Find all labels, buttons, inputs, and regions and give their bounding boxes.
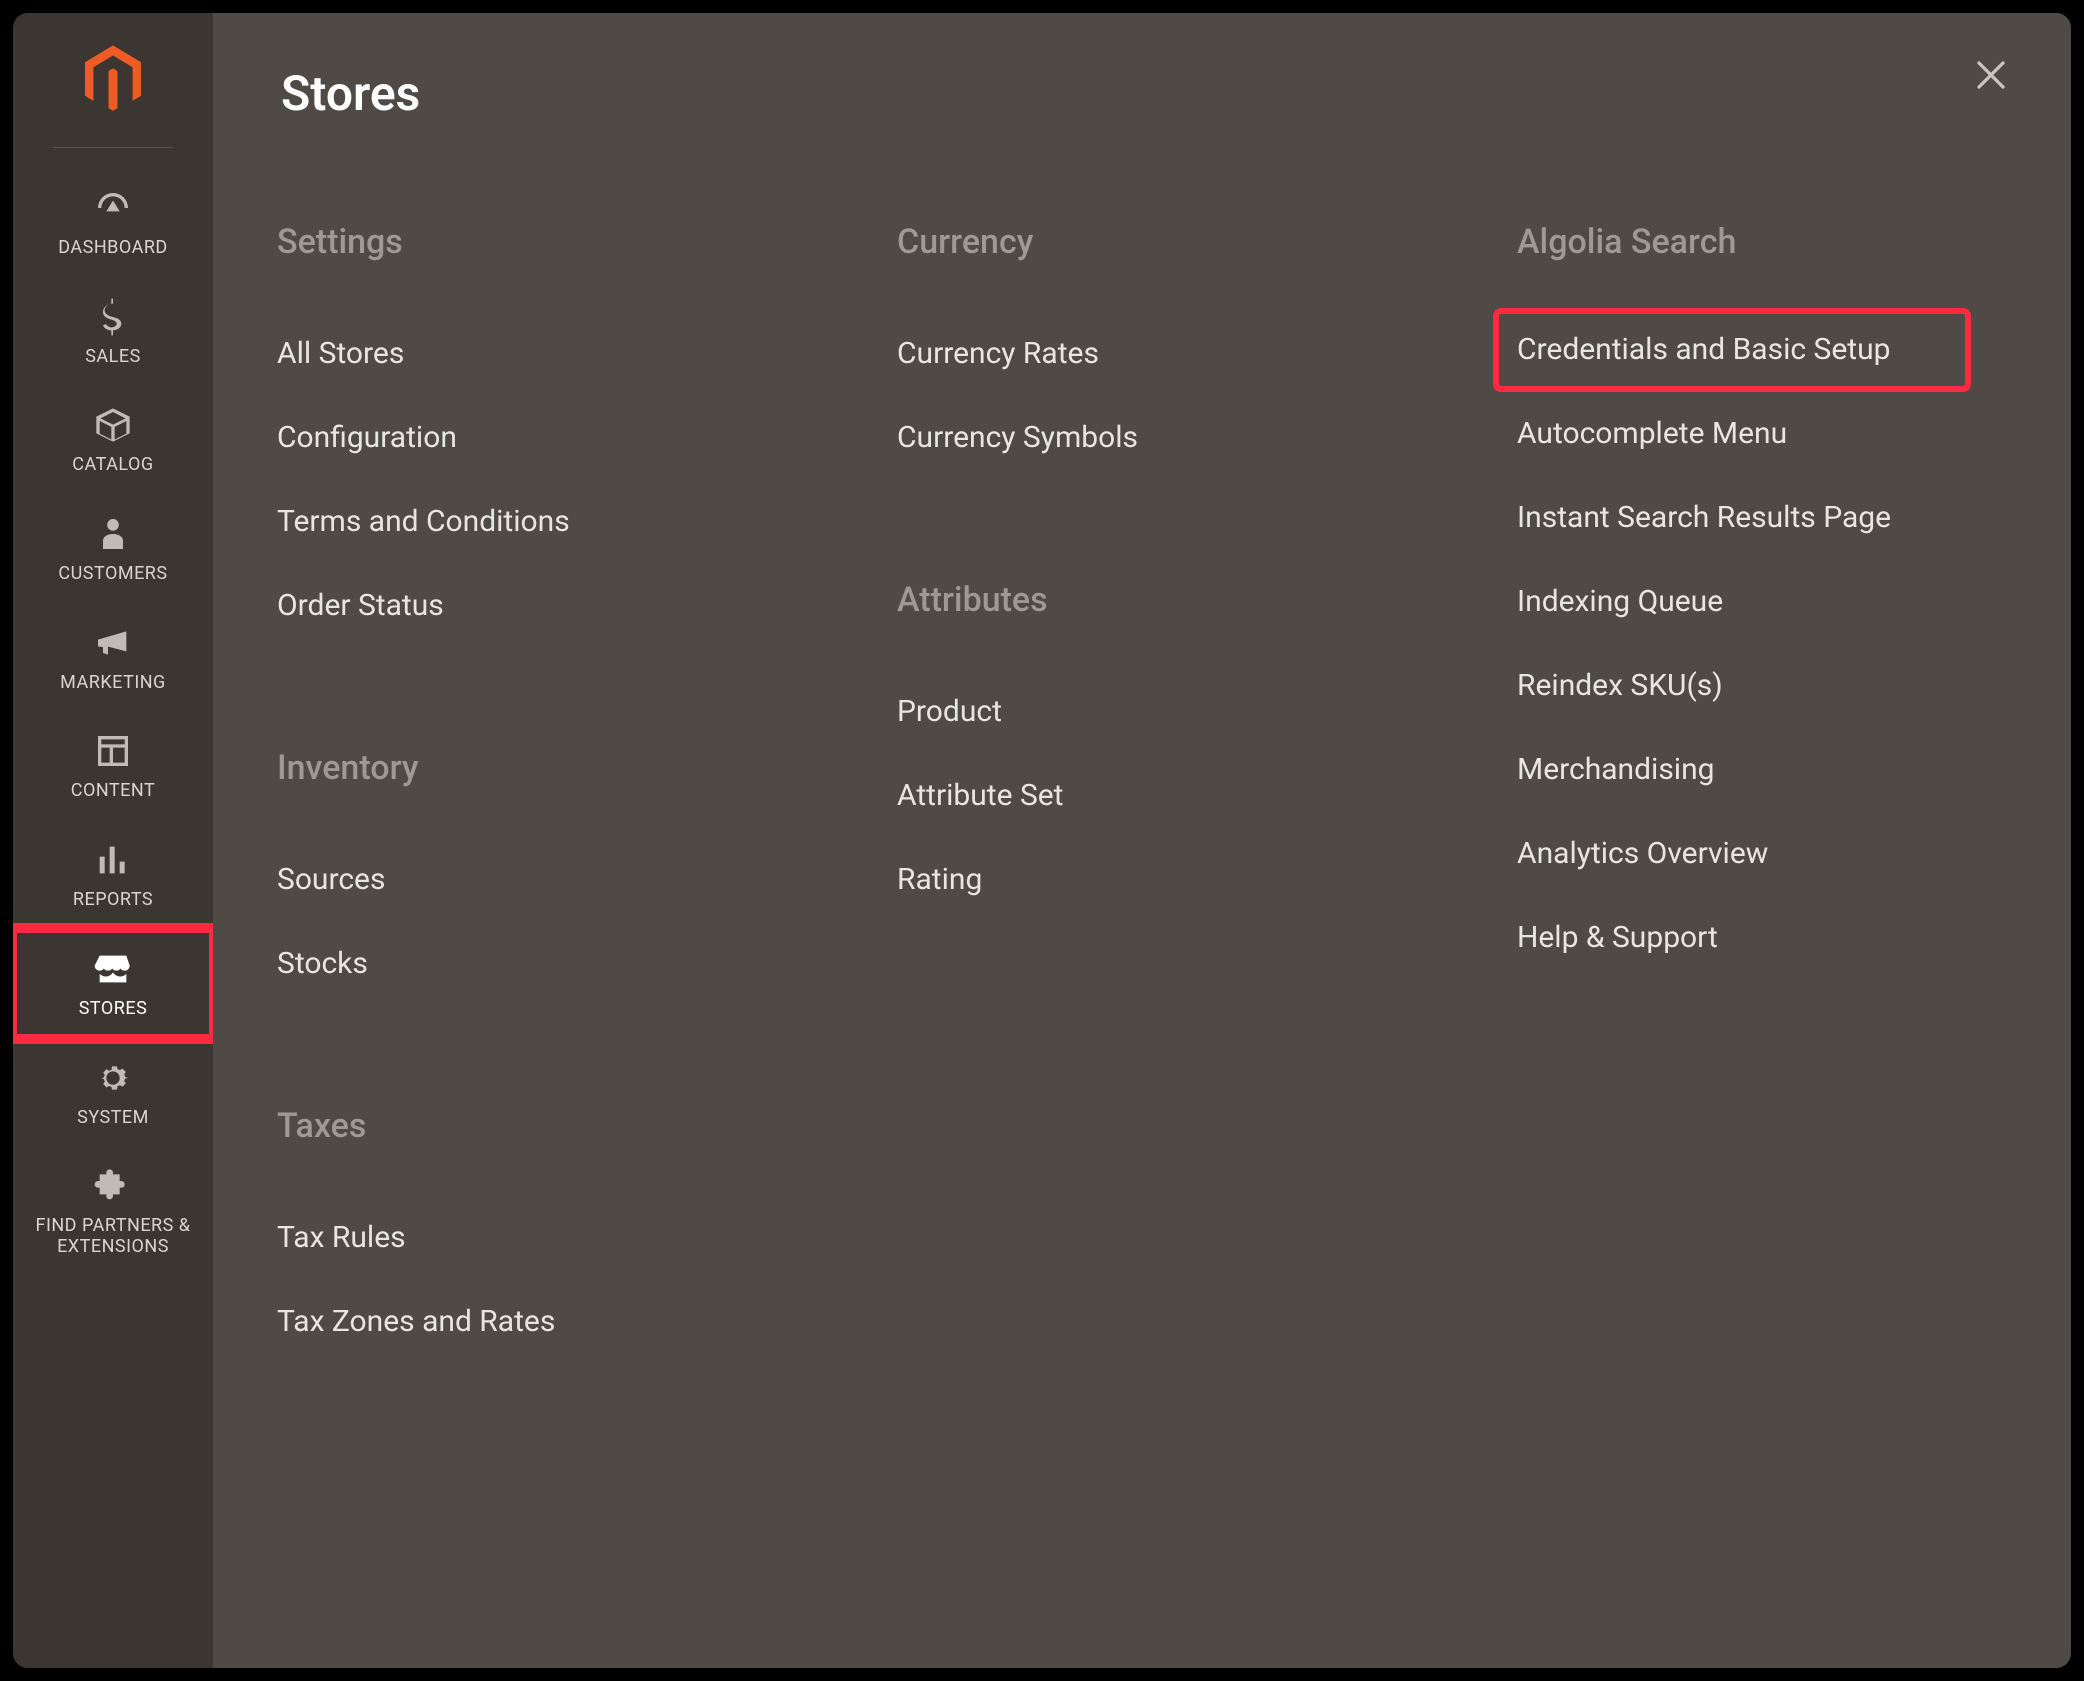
menu-link-reindex-sku[interactable]: Reindex SKU(s) xyxy=(1517,644,1947,728)
sidebar-label: DASHBOARD xyxy=(58,238,167,259)
group-title: Inventory xyxy=(277,748,837,788)
menu-link-indexing-queue[interactable]: Indexing Queue xyxy=(1517,560,1947,644)
storefront-icon xyxy=(91,947,135,991)
menu-link-stocks[interactable]: Stocks xyxy=(277,922,837,1006)
group-attributes: Attributes Product Attribute Set Rating xyxy=(897,580,1457,922)
menu-link-order-status[interactable]: Order Status xyxy=(277,564,837,648)
group-taxes: Taxes Tax Rules Tax Zones and Rates xyxy=(277,1106,837,1364)
panel-column-1: Settings All Stores Configuration Terms … xyxy=(277,222,897,1364)
group-settings: Settings All Stores Configuration Terms … xyxy=(277,222,837,648)
menu-link-attribute-set[interactable]: Attribute Set xyxy=(897,754,1457,838)
sidebar-item-sales[interactable]: SALES xyxy=(13,277,213,386)
sidebar-item-catalog[interactable]: CATALOG xyxy=(13,385,213,494)
menu-link-all-stores[interactable]: All Stores xyxy=(277,312,837,396)
layout-icon xyxy=(91,729,135,773)
panel-column-2: Currency Currency Rates Currency Symbols… xyxy=(897,222,1517,1364)
menu-link-currency-symbols[interactable]: Currency Symbols xyxy=(897,396,1457,480)
menu-link-autocomplete[interactable]: Autocomplete Menu xyxy=(1517,392,1947,476)
person-icon xyxy=(91,512,135,556)
menu-link-merchandising[interactable]: Merchandising xyxy=(1517,728,1947,812)
sidebar-item-system[interactable]: SYSTEM xyxy=(13,1038,213,1147)
admin-frame: DASHBOARD SALES CATALOG CUSTOMERS MARKET xyxy=(10,10,2074,1671)
sidebar-item-stores[interactable]: STORES xyxy=(13,929,213,1038)
group-currency: Currency Currency Rates Currency Symbols xyxy=(897,222,1457,480)
group-title: Settings xyxy=(277,222,837,262)
megaphone-icon xyxy=(91,621,135,665)
menu-link-rating[interactable]: Rating xyxy=(897,838,1457,922)
close-button[interactable] xyxy=(1967,53,2015,101)
puzzle-icon xyxy=(91,1164,135,1208)
menu-link-sources[interactable]: Sources xyxy=(277,838,837,922)
sidebar-label: REPORTS xyxy=(73,890,153,911)
group-title: Algolia Search xyxy=(1517,222,1947,262)
sidebar-item-dashboard[interactable]: DASHBOARD xyxy=(13,168,213,277)
sidebar-label: FIND PARTNERS & EXTENSIONS xyxy=(13,1216,213,1257)
panel-columns: Settings All Stores Configuration Terms … xyxy=(277,222,2007,1364)
bar-chart-icon xyxy=(91,838,135,882)
sidebar-label: STORES xyxy=(79,999,148,1020)
sidebar-label: CONTENT xyxy=(71,781,155,802)
sidebar-item-reports[interactable]: REPORTS xyxy=(13,820,213,929)
sidebar-label: SALES xyxy=(85,347,141,368)
sidebar-item-content[interactable]: CONTENT xyxy=(13,711,213,820)
menu-link-credentials-setup[interactable]: Credentials and Basic Setup xyxy=(1497,312,1967,388)
admin-sidebar: DASHBOARD SALES CATALOG CUSTOMERS MARKET xyxy=(13,13,213,1668)
sidebar-divider xyxy=(53,147,173,148)
menu-link-instant-search[interactable]: Instant Search Results Page xyxy=(1517,476,1947,560)
group-algolia: Algolia Search Credentials and Basic Set… xyxy=(1517,222,1947,980)
menu-link-terms-conditions[interactable]: Terms and Conditions xyxy=(277,480,837,564)
panel-column-3: Algolia Search Credentials and Basic Set… xyxy=(1517,222,2007,1364)
sidebar-label: CUSTOMERS xyxy=(58,564,167,585)
group-inventory: Inventory Sources Stocks xyxy=(277,748,837,1006)
sidebar-label: MARKETING xyxy=(60,673,166,694)
stores-flyout-panel: Stores Settings All Stores Configuration… xyxy=(213,13,2071,1668)
menu-link-product[interactable]: Product xyxy=(897,670,1457,754)
box-icon xyxy=(91,403,135,447)
group-title: Taxes xyxy=(277,1106,837,1146)
magento-logo-icon[interactable] xyxy=(85,45,141,113)
sidebar-item-customers[interactable]: CUSTOMERS xyxy=(13,494,213,603)
dashboard-icon xyxy=(91,186,135,230)
sidebar-item-partners[interactable]: FIND PARTNERS & EXTENSIONS xyxy=(13,1146,213,1275)
sidebar-label: CATALOG xyxy=(72,455,153,476)
sidebar-label: SYSTEM xyxy=(77,1108,149,1129)
menu-link-tax-zones-rates[interactable]: Tax Zones and Rates xyxy=(277,1280,837,1364)
menu-link-analytics[interactable]: Analytics Overview xyxy=(1517,812,1947,896)
group-title: Attributes xyxy=(897,580,1457,620)
menu-link-configuration[interactable]: Configuration xyxy=(277,396,837,480)
sidebar-item-marketing[interactable]: MARKETING xyxy=(13,603,213,712)
gear-icon xyxy=(91,1056,135,1100)
menu-link-help-support[interactable]: Help & Support xyxy=(1517,896,1947,980)
menu-link-tax-rules[interactable]: Tax Rules xyxy=(277,1196,837,1280)
dollar-icon xyxy=(91,295,135,339)
close-icon xyxy=(1973,57,2009,97)
group-title: Currency xyxy=(897,222,1457,262)
panel-title: Stores xyxy=(281,65,2007,122)
menu-link-currency-rates[interactable]: Currency Rates xyxy=(897,312,1457,396)
